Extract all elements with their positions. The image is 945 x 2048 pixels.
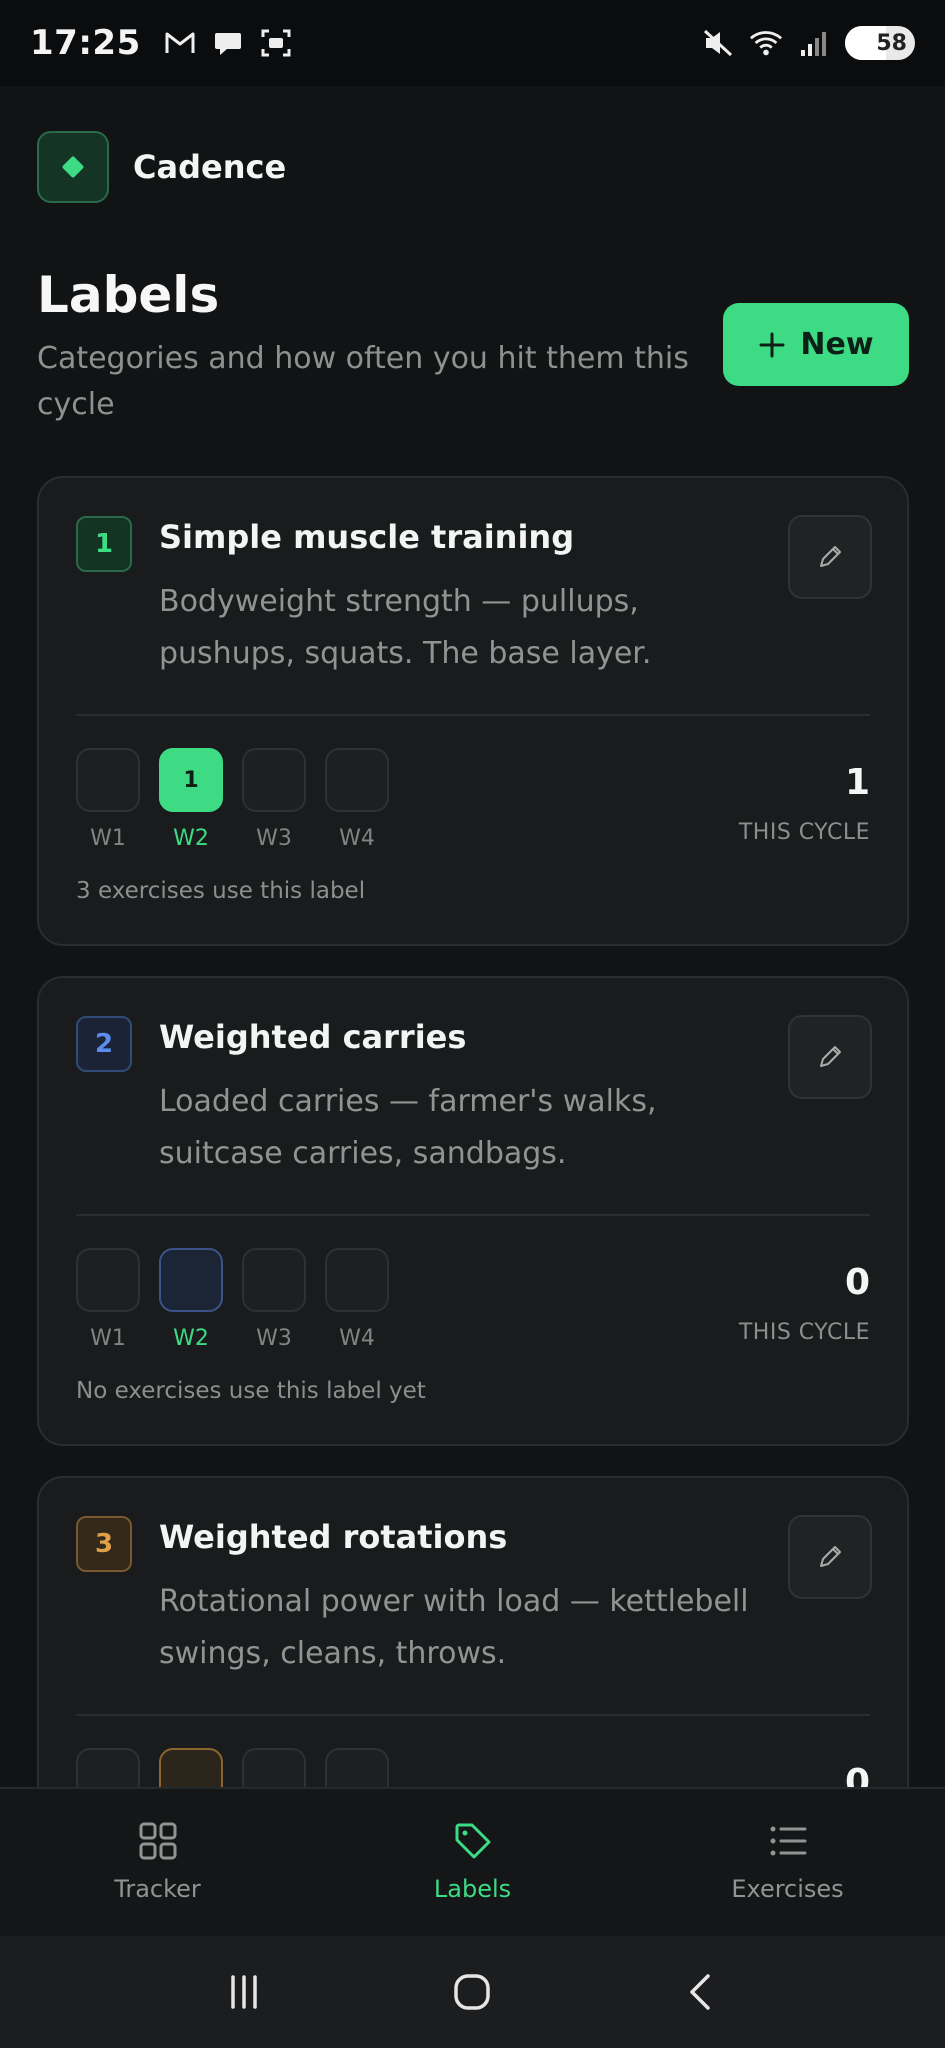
nav-item-labels[interactable]: Labels: [315, 1789, 630, 1936]
status-left-icons: [163, 26, 293, 60]
week-label: W1: [90, 826, 126, 851]
week-item[interactable]: W1: [76, 1248, 140, 1351]
status-time: 17:25: [30, 23, 141, 63]
week-label: W2: [173, 826, 209, 851]
week-box: [76, 1248, 140, 1312]
new-label-button[interactable]: New: [723, 303, 909, 386]
nav-label: Labels: [433, 1875, 512, 1903]
week-box: [159, 1248, 223, 1312]
mute-icon: [701, 26, 735, 60]
battery-icon: 58: [845, 26, 915, 60]
cycle-label: THIS CYCLE: [738, 820, 870, 845]
label-title: Simple muscle training: [159, 518, 575, 556]
week-label: W1: [90, 1326, 126, 1351]
nav-label: Exercises: [731, 1875, 844, 1903]
edit-label-button[interactable]: [788, 515, 872, 599]
list-icon: [770, 1826, 806, 1856]
app-logo: [37, 131, 109, 203]
page-title: Labels: [37, 266, 220, 324]
nav-item-tracker[interactable]: Tracker: [0, 1789, 315, 1936]
card-divider: [76, 1714, 870, 1716]
signal-icon: [797, 26, 831, 60]
pencil-icon: [820, 1546, 841, 1567]
back-icon[interactable]: [671, 1962, 731, 2022]
card-divider: [76, 714, 870, 716]
week-label: W4: [339, 1326, 375, 1351]
week-item[interactable]: W3: [242, 1248, 306, 1351]
usage-text: No exercises use this label yet: [76, 1378, 426, 1404]
label-number-badge: 1: [76, 516, 132, 572]
label-number-badge: 2: [76, 1016, 132, 1072]
pencil-icon: [820, 1046, 841, 1067]
grid-icon: [139, 1822, 176, 1860]
bottom-nav: Tracker Labels Exercises: [0, 1787, 945, 1936]
week-item[interactable]: W1: [76, 748, 140, 851]
label-description: Loaded carries — farmer's walks, suitcas…: [159, 1084, 657, 1171]
week-box: [76, 748, 140, 812]
label-card: 2 Weighted carries Loaded carries — farm…: [37, 976, 909, 1446]
week-item[interactable]: W2: [159, 1248, 223, 1351]
recents-icon[interactable]: [214, 1962, 274, 2022]
week-box: [325, 1248, 389, 1312]
label-description: Rotational power with load — kettlebell …: [159, 1584, 749, 1671]
week-box: 1: [159, 748, 223, 812]
label-title: Weighted rotations: [159, 1518, 508, 1556]
app-brand: Cadence: [37, 131, 286, 203]
week-item[interactable]: W3: [242, 748, 306, 851]
cycle-count: 0: [844, 1262, 870, 1303]
week-box: [242, 748, 306, 812]
screen-capture-icon: [259, 26, 293, 60]
status-right-icons: 58: [701, 26, 915, 60]
battery-level: 58: [876, 30, 907, 56]
plus-icon: [759, 332, 785, 357]
chat-bubble-icon: [211, 26, 245, 60]
week-item[interactable]: W4: [325, 1248, 389, 1351]
week-label: W3: [256, 1326, 292, 1351]
label-description: Bodyweight strength — pullups, pushups, …: [159, 584, 652, 671]
gmail-icon: [163, 26, 197, 60]
nav-item-exercises[interactable]: Exercises: [630, 1789, 945, 1936]
pencil-icon: [820, 546, 841, 567]
week-tracker: W1 W2 W3 W4: [76, 1248, 389, 1351]
label-number-badge: 3: [76, 1516, 132, 1572]
label-title: Weighted carries: [159, 1018, 467, 1056]
week-label: W3: [256, 826, 292, 851]
system-nav: [0, 1936, 945, 2048]
page-subtitle: Categories and how often you hit them th…: [37, 341, 689, 422]
week-item[interactable]: 1 W2: [159, 748, 223, 851]
label-card: 1 Simple muscle training Bodyweight stre…: [37, 476, 909, 946]
edit-label-button[interactable]: [788, 1015, 872, 1099]
week-item[interactable]: W4: [325, 748, 389, 851]
cycle-count: 1: [844, 762, 870, 803]
diamond-icon: [61, 155, 85, 179]
week-label: W2: [173, 1326, 209, 1351]
week-label: W4: [339, 826, 375, 851]
nav-label: Tracker: [114, 1875, 201, 1903]
screen: 17:25 58 Cadence Labels Categories and h…: [0, 0, 945, 2048]
week-box: [325, 748, 389, 812]
week-tracker: W1 1 W2 W3 W4: [76, 748, 389, 851]
app-name: Cadence: [133, 148, 287, 186]
edit-label-button[interactable]: [788, 1515, 872, 1599]
wifi-icon: [749, 26, 783, 60]
status-bar: 17:25 58: [0, 0, 945, 86]
new-button-label: New: [800, 327, 874, 362]
tag-icon: [455, 1823, 490, 1859]
usage-text: 3 exercises use this label: [76, 878, 366, 904]
home-icon[interactable]: [442, 1962, 502, 2022]
week-box: [242, 1248, 306, 1312]
cycle-label: THIS CYCLE: [738, 1320, 870, 1345]
card-divider: [76, 1214, 870, 1216]
